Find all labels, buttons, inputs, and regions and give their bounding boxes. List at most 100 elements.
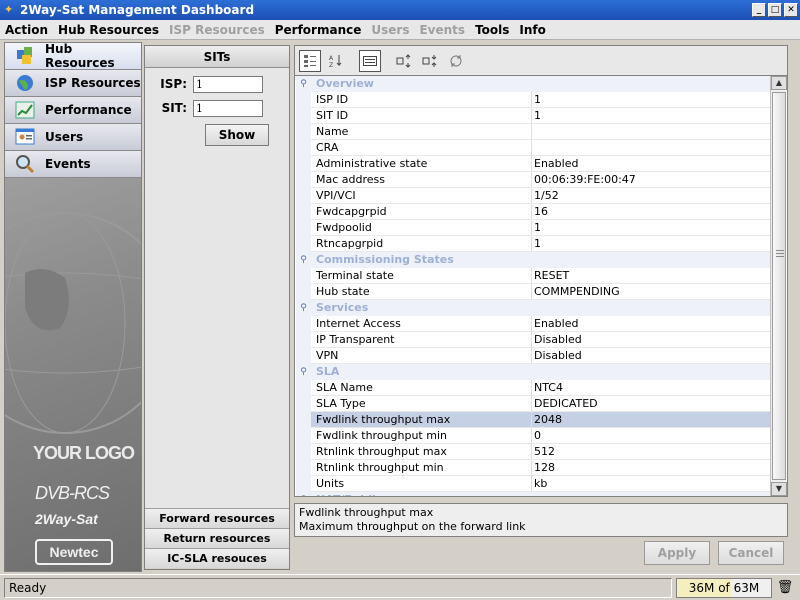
property-value[interactable]: 1	[532, 220, 770, 236]
property-row[interactable]: Name	[296, 124, 770, 140]
nav-item-label: Hub Resources	[45, 42, 115, 70]
status-text: Ready	[4, 578, 672, 598]
menu-action[interactable]: Action	[0, 23, 53, 37]
description-toggle-icon[interactable]	[359, 49, 381, 72]
property-value[interactable]: 2048	[532, 412, 770, 428]
garbage-collect-icon[interactable]: 🗑	[776, 579, 794, 597]
menu-hub-resources[interactable]: Hub Resources	[53, 23, 164, 37]
property-row[interactable]: Fwdpoolid 1	[296, 220, 770, 236]
category-row[interactable]: ⚲ Commissioning States	[296, 252, 770, 268]
scroll-thumb[interactable]	[772, 92, 786, 480]
sit-panel: SITs ISP: 1 SIT: 1 Show Forward resource…	[144, 45, 290, 570]
property-row[interactable]: Mac address 00:06:39:FE:00:47	[296, 172, 770, 188]
property-value[interactable]: 0	[532, 428, 770, 444]
category-row[interactable]: ⚲ SLA	[296, 364, 770, 380]
property-row[interactable]: VPI/VCI 1/52	[296, 188, 770, 204]
category-toggle-icon[interactable]: ⚲	[296, 364, 311, 380]
property-value[interactable]: Enabled	[532, 316, 770, 332]
property-value[interactable]: 1	[532, 108, 770, 124]
close-button[interactable]: ✕	[784, 3, 798, 17]
minimize-button[interactable]: _	[752, 3, 766, 17]
category-toggle-icon[interactable]: ⚲	[296, 492, 311, 496]
property-value[interactable]: kb	[532, 476, 770, 492]
property-value[interactable]: 16	[532, 204, 770, 220]
refresh-icon[interactable]	[445, 50, 467, 72]
sit-input[interactable]: 1	[193, 99, 263, 117]
maximize-button[interactable]: □	[768, 3, 782, 17]
property-value[interactable]	[532, 124, 770, 140]
category-row[interactable]: ⚲ Services	[296, 300, 770, 316]
two-way-sat-logo: 2Way-Sat	[35, 511, 98, 527]
property-value[interactable]: 512	[532, 444, 770, 460]
menu-info[interactable]: Info	[514, 23, 550, 37]
menu-tools[interactable]: Tools	[470, 23, 514, 37]
property-value[interactable]: 128	[532, 460, 770, 476]
property-row[interactable]: ISP ID 1	[296, 92, 770, 108]
nav-item-events[interactable]: Events	[5, 151, 141, 178]
property-row[interactable]: Units kb	[296, 476, 770, 492]
cancel-button[interactable]: Cancel	[718, 541, 784, 565]
property-row[interactable]: IP Transparent Disabled	[296, 332, 770, 348]
property-name: SIT ID	[311, 108, 532, 124]
sort-alphabetical-icon[interactable]: AZ	[325, 50, 347, 72]
property-row[interactable]: SIT ID 1	[296, 108, 770, 124]
nav-item-performance[interactable]: Performance	[5, 97, 141, 124]
property-value[interactable]: 00:06:39:FE:00:47	[532, 172, 770, 188]
branding-area: YOUR LOGO DVB-RCS 2Way-Sat Newtec	[5, 183, 141, 571]
categorized-view-icon[interactable]	[299, 49, 321, 72]
property-row[interactable]: Terminal state RESET	[296, 268, 770, 284]
property-row[interactable]: Fwdlink throughput min 0	[296, 428, 770, 444]
property-row[interactable]: Administrative state Enabled	[296, 156, 770, 172]
property-value[interactable]: 1/52	[532, 188, 770, 204]
property-row[interactable]: VPN Disabled	[296, 348, 770, 364]
scroll-down-arrow-icon[interactable]: ▼	[771, 482, 787, 496]
menu-performance[interactable]: Performance	[270, 23, 367, 37]
property-name: VPI/VCI	[311, 188, 532, 204]
category-toggle-icon[interactable]: ⚲	[296, 300, 311, 316]
property-row[interactable]: Hub state COMMPENDING	[296, 284, 770, 300]
property-value[interactable]: Disabled	[532, 348, 770, 364]
property-value[interactable]: DEDICATED	[532, 396, 770, 412]
property-name: Administrative state	[311, 156, 532, 172]
category-name: NAT/Public	[311, 492, 770, 496]
property-row[interactable]: Rtnlink throughput max 512	[296, 444, 770, 460]
property-value[interactable]: 1	[532, 236, 770, 252]
return-resources-tab[interactable]: Return resources	[145, 528, 289, 548]
property-row[interactable]: CRA	[296, 140, 770, 156]
ic-sla-resources-tab[interactable]: IC-SLA resouces	[145, 548, 289, 568]
scroll-up-arrow-icon[interactable]: ▲	[771, 76, 787, 90]
property-grid: ⚲ Overview ISP ID 1 SIT ID 1 Name CRA Administra…	[296, 76, 770, 496]
property-name: ISP ID	[311, 92, 532, 108]
nav-item-users[interactable]: Users	[5, 124, 141, 151]
property-row[interactable]: SLA Type DEDICATED	[296, 396, 770, 412]
category-row[interactable]: ⚲ Overview	[296, 76, 770, 92]
isp-input[interactable]: 1	[193, 75, 263, 93]
forward-resources-tab[interactable]: Forward resources	[145, 508, 289, 528]
show-button[interactable]: Show	[205, 124, 269, 146]
property-value[interactable]	[532, 140, 770, 156]
property-value[interactable]: NTC4	[532, 380, 770, 396]
sit-label: SIT:	[161, 101, 187, 115]
property-row[interactable]: Fwdcapgrpid 16	[296, 204, 770, 220]
property-row[interactable]: SLA Name NTC4	[296, 380, 770, 396]
category-row[interactable]: ⚲NAT/Public	[296, 492, 770, 496]
expand-all-icon[interactable]	[393, 50, 415, 72]
property-row[interactable]: Rtncapgrpid 1	[296, 236, 770, 252]
nav-item-isp-resources[interactable]: ISP Resources	[5, 70, 141, 97]
property-value[interactable]: 1	[532, 92, 770, 108]
property-value[interactable]: Disabled	[532, 332, 770, 348]
property-scrollbar[interactable]: ▲ ▼	[770, 76, 787, 496]
property-row[interactable]: Fwdlink throughput max 2048	[296, 412, 770, 428]
collapse-all-icon[interactable]	[419, 50, 441, 72]
property-value[interactable]: Enabled	[532, 156, 770, 172]
property-value[interactable]: COMMPENDING	[532, 284, 770, 300]
apply-button[interactable]: Apply	[644, 541, 710, 565]
nav-item-hub-resources[interactable]: Hub Resources	[5, 42, 141, 70]
property-row[interactable]: Internet Access Enabled	[296, 316, 770, 332]
property-name: SLA Name	[311, 380, 532, 396]
property-value[interactable]: RESET	[532, 268, 770, 284]
property-row[interactable]: Rtnlink throughput min 128	[296, 460, 770, 476]
category-toggle-icon[interactable]: ⚲	[296, 252, 311, 268]
nav-item-label: ISP Resources	[45, 76, 141, 90]
category-toggle-icon[interactable]: ⚲	[296, 76, 311, 92]
